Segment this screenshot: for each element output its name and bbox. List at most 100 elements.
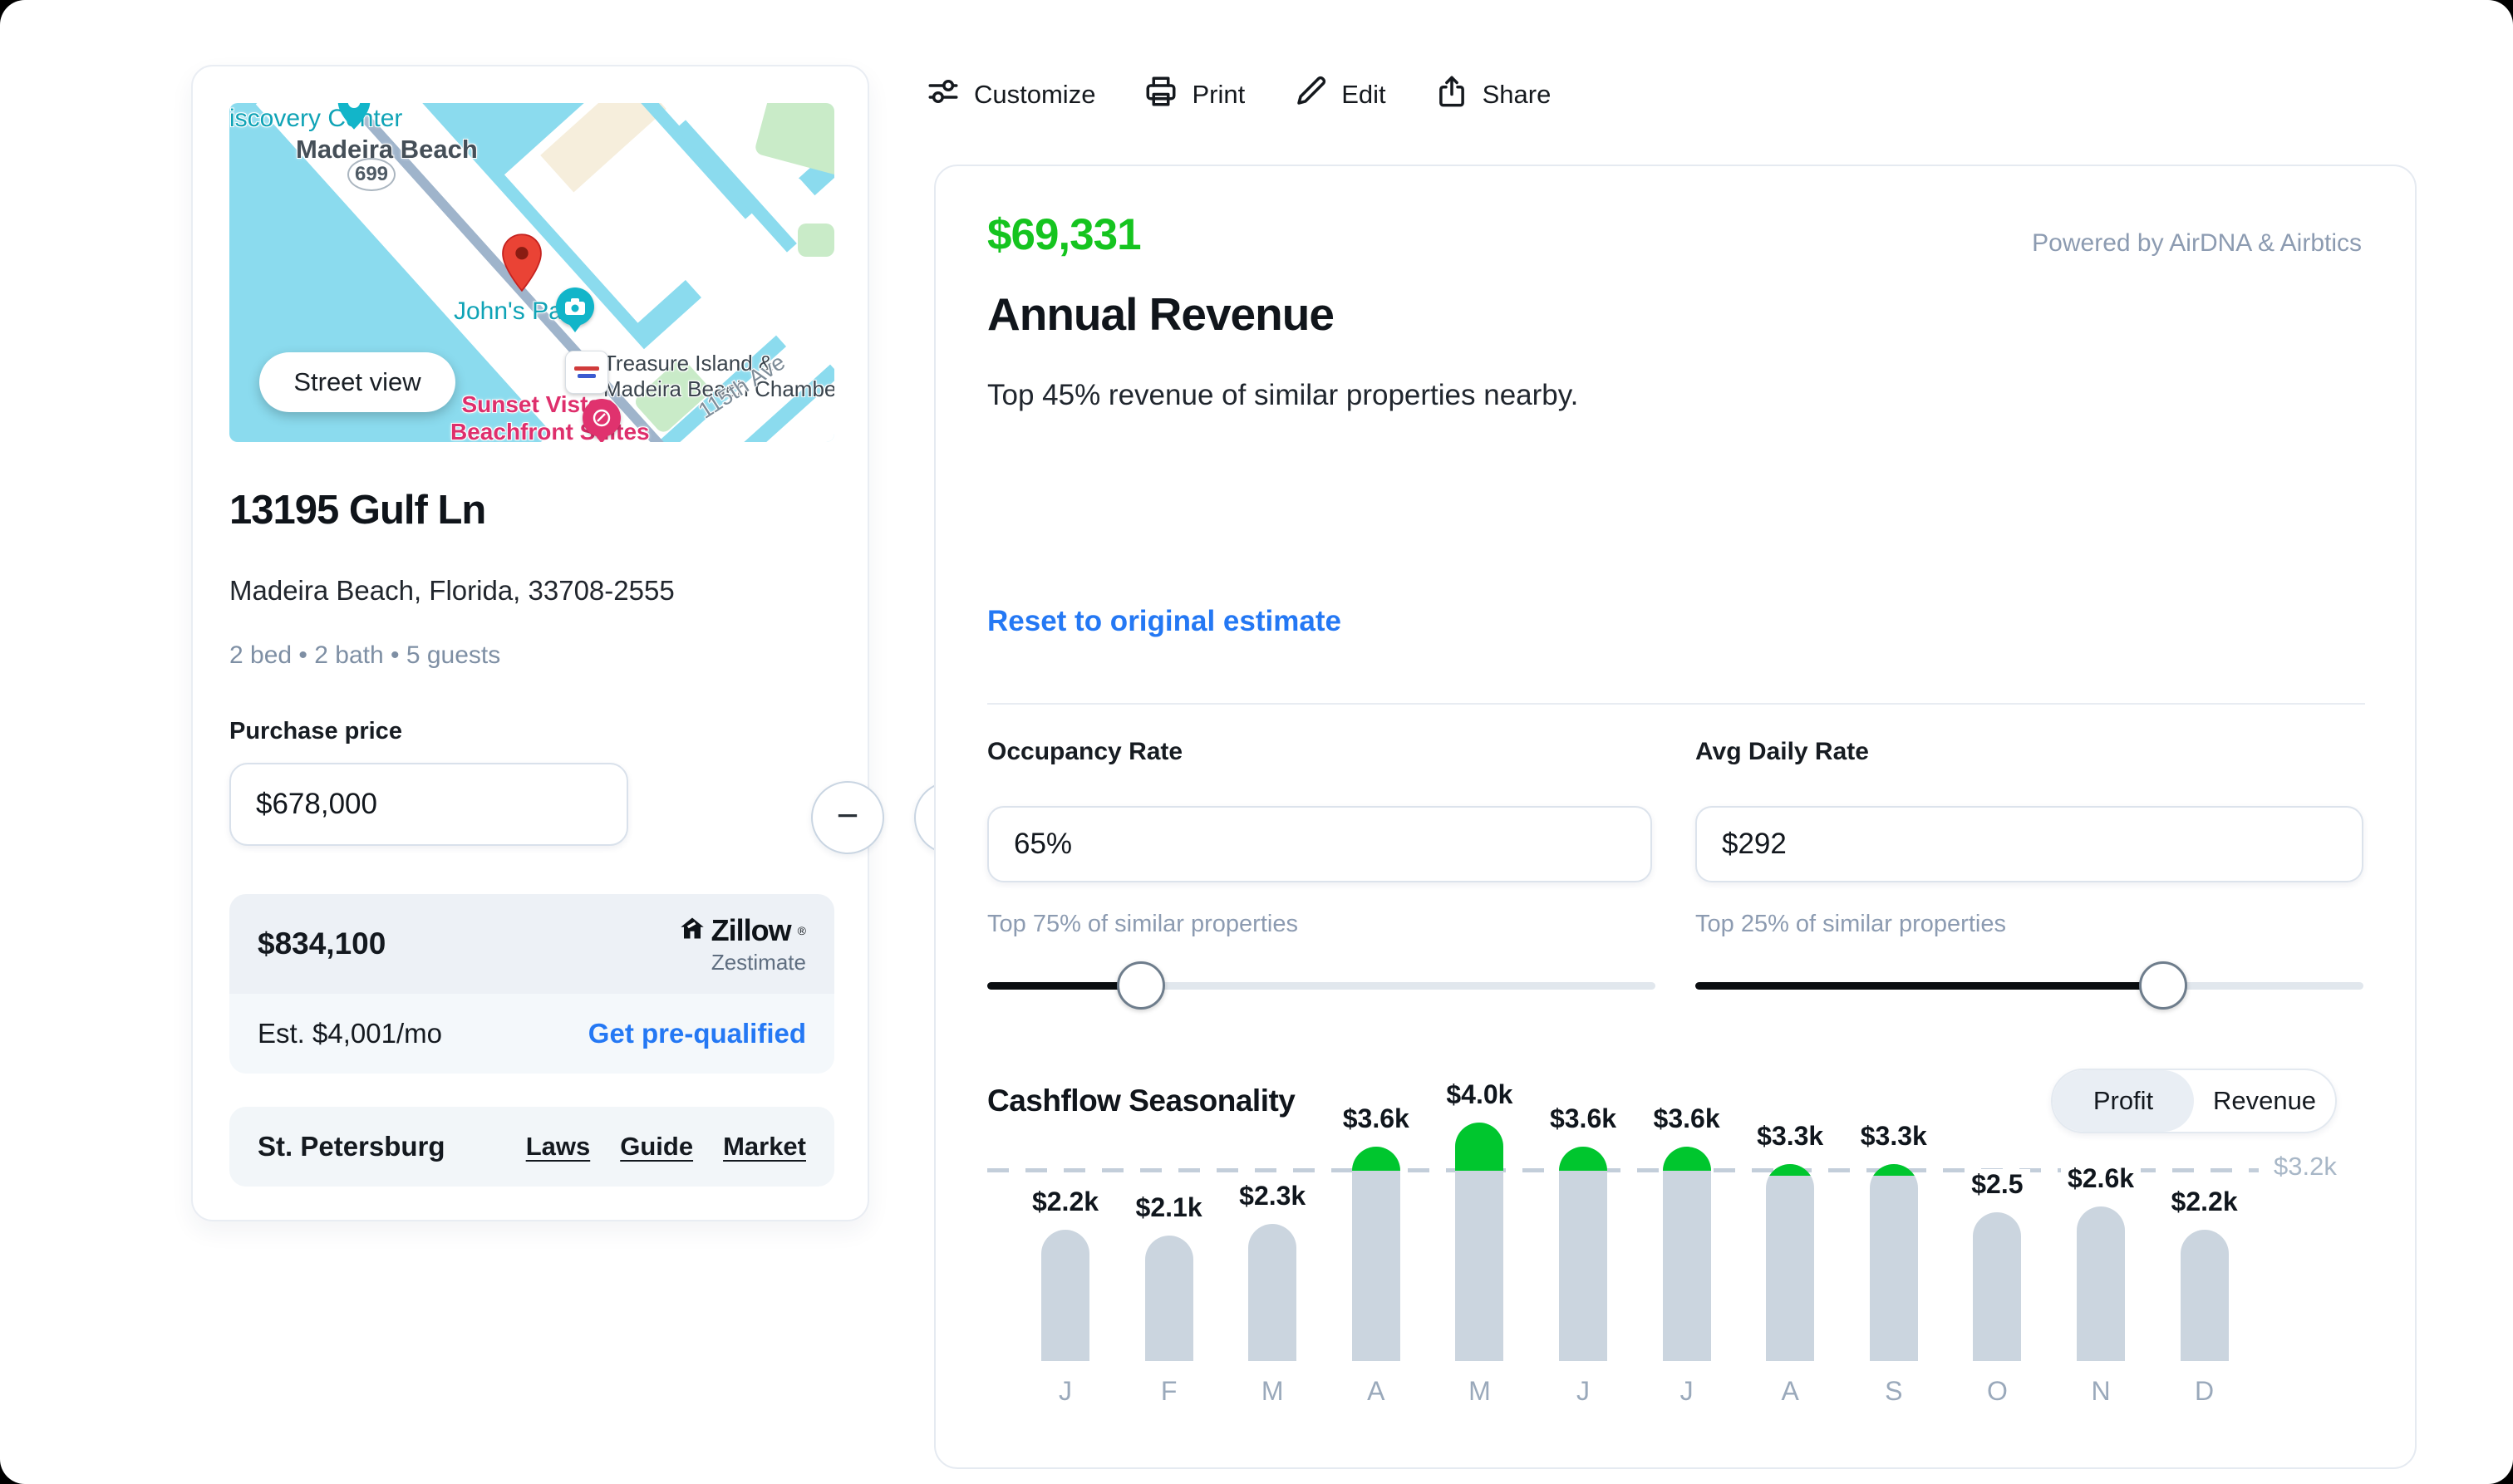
chart-bar-J6 (1662, 1146, 1711, 1361)
purchase-price-label: Purchase price (229, 718, 402, 744)
chart-month-label: D (2195, 1376, 2215, 1406)
hotel-poi-icon (583, 399, 621, 442)
slider-fill (1695, 982, 2163, 990)
chart-month-label: J (1576, 1376, 1590, 1406)
chart-bar-M2 (1248, 1224, 1297, 1361)
zestimate-price: $834,100 (258, 926, 386, 961)
zillow-wordmark: Zillow (711, 912, 792, 947)
map[interactable]: iscovery Center Madeira Beach 699 John's Pa… (229, 103, 834, 442)
chart-value-label: $3.3k (1819, 1121, 1969, 1152)
chart-bar-M4 (1455, 1123, 1504, 1361)
slider-thumb[interactable] (2138, 961, 2187, 1010)
zillow-house-icon (680, 916, 705, 945)
chart-month-label: J (1679, 1376, 1694, 1406)
market-city: St. Petersburg (258, 1131, 445, 1162)
toolbar-share-button[interactable]: Share (1434, 74, 1552, 115)
zestimate-label: Zestimate (711, 949, 806, 975)
revenue-panel: $69,331 Powered by AirDNA & Airbtics Ann… (934, 165, 2417, 1469)
purchase-price-input[interactable] (229, 763, 628, 846)
app-page: iscovery Center Madeira Beach 699 John's Pa… (0, 0, 2513, 1484)
chart-bar-above-threshold (1559, 1146, 1607, 1171)
chart-month-label: M (1468, 1376, 1491, 1406)
chart-value-label: $2.2k (2130, 1187, 2279, 1217)
powered-by-label: Powered by AirDNA & Airbtics (2032, 229, 2362, 257)
annual-revenue-amount: $69,331 (987, 210, 1142, 259)
map-label-madeira-beach: Madeira Beach (296, 135, 478, 164)
get-prequalified-link[interactable]: Get pre-qualified (588, 1018, 806, 1049)
divider (987, 703, 2365, 705)
chart-month-label: S (1885, 1376, 1903, 1406)
decrease-price-button[interactable]: − (811, 781, 884, 854)
chart-value-label: $2.3k (1197, 1181, 1347, 1211)
occupancy-slider[interactable] (987, 961, 1655, 1010)
occupancy-caption: Top 75% of similar properties (987, 911, 1298, 937)
market-link-market[interactable]: Market (723, 1132, 806, 1162)
chart-month-label: N (2091, 1376, 2111, 1406)
red-pin-icon (499, 233, 544, 297)
pencil-icon (1293, 74, 1328, 115)
map-park (798, 224, 834, 257)
annual-revenue-title: Annual Revenue (987, 288, 1335, 340)
property-facts: 2 bed • 2 bath • 5 guests (229, 641, 501, 669)
chart-month-label: O (1986, 1376, 2008, 1406)
occupancy-rate-label: Occupancy Rate (987, 738, 1183, 765)
sliders-icon (926, 74, 961, 115)
adr-caption: Top 25% of similar properties (1695, 911, 2006, 937)
chart-bar-D11 (2180, 1230, 2229, 1361)
chart-bar-F1 (1144, 1236, 1193, 1361)
slider-thumb[interactable] (1116, 961, 1165, 1010)
threshold-label: $3.2k (2274, 1152, 2337, 1181)
avg-daily-rate-label: Avg Daily Rate (1695, 738, 1869, 765)
toolbar-label: Customize (974, 80, 1096, 109)
chart-bar-A3 (1351, 1146, 1400, 1361)
map-label-discovery-center: iscovery Center (229, 105, 403, 132)
chart-bar-above-threshold (1869, 1164, 1918, 1177)
cashflow-seasonality-title: Cashflow Seasonality (987, 1084, 1296, 1118)
address-title: 13195 Gulf Ln (229, 488, 486, 533)
chart-bar-above-threshold (1351, 1146, 1400, 1171)
seasonality-chart: $3.2k $2.2k J $2.1k F $2.3k M $3.6k A $4.0k M $3.6k… (987, 1079, 2365, 1471)
chart-bar-A7 (1766, 1164, 1815, 1361)
chart-month-label: M (1261, 1376, 1284, 1406)
market-link-laws[interactable]: Laws (526, 1132, 591, 1162)
chart-bar-above-threshold (1455, 1123, 1504, 1171)
street-view-button[interactable]: Street view (259, 352, 455, 412)
chart-month-label: F (1160, 1376, 1178, 1406)
toolbar-edit-button[interactable]: Edit (1293, 74, 1386, 115)
revenue-subtitle: Top 45% revenue of similar properties ne… (987, 379, 1579, 411)
toolbar-label: Edit (1341, 80, 1386, 109)
teal-pin-icon (336, 103, 372, 135)
avg-daily-rate-input[interactable] (1695, 806, 2363, 882)
chart-month-label: A (1367, 1376, 1385, 1406)
toolbar-label: Print (1192, 80, 1246, 109)
toolbar-customize-button[interactable]: Customize (926, 74, 1095, 115)
chart-bar-O9 (1973, 1211, 2022, 1361)
toolbar-label: Share (1482, 80, 1552, 109)
mortgage-row: Est. $4,001/mo Get pre-qualified (229, 994, 834, 1074)
chart-bar-above-threshold (1766, 1164, 1815, 1177)
printer-icon (1143, 74, 1178, 115)
mortgage-estimate: Est. $4,001/mo (258, 1018, 442, 1049)
toolbar-print-button[interactable]: Print (1143, 74, 1245, 115)
chart-bar-above-threshold (1662, 1146, 1711, 1171)
reset-estimate-link[interactable]: Reset to original estimate (987, 605, 1341, 638)
chart-bar-J0 (1041, 1230, 1089, 1361)
share-icon (1434, 74, 1469, 115)
occupancy-rate-input[interactable] (987, 806, 1652, 882)
toolbar: Customize Print Edit Share (926, 70, 1551, 120)
registered-mark: ® (797, 923, 806, 937)
chart-bar-J5 (1559, 1146, 1607, 1361)
zestimate-row: $834,100 Zillow ® Zestimate (229, 894, 834, 994)
chart-bar-S8 (1869, 1164, 1918, 1361)
camera-poi-icon (556, 287, 594, 332)
chamber-poi-icon (565, 351, 608, 394)
market-link-guide[interactable]: Guide (620, 1132, 693, 1162)
chart-month-label: A (1781, 1376, 1799, 1406)
chart-month-label: J (1059, 1376, 1072, 1406)
adr-slider[interactable] (1695, 961, 2363, 1010)
route-shield: 699 (347, 158, 396, 191)
market-row: St. Petersburg Laws Guide Market (229, 1107, 834, 1187)
chart-bar-N10 (2077, 1206, 2125, 1361)
address-subtitle: Madeira Beach, Florida, 33708-2555 (229, 575, 675, 606)
property-card: iscovery Center Madeira Beach 699 John's Pa… (191, 65, 987, 1221)
